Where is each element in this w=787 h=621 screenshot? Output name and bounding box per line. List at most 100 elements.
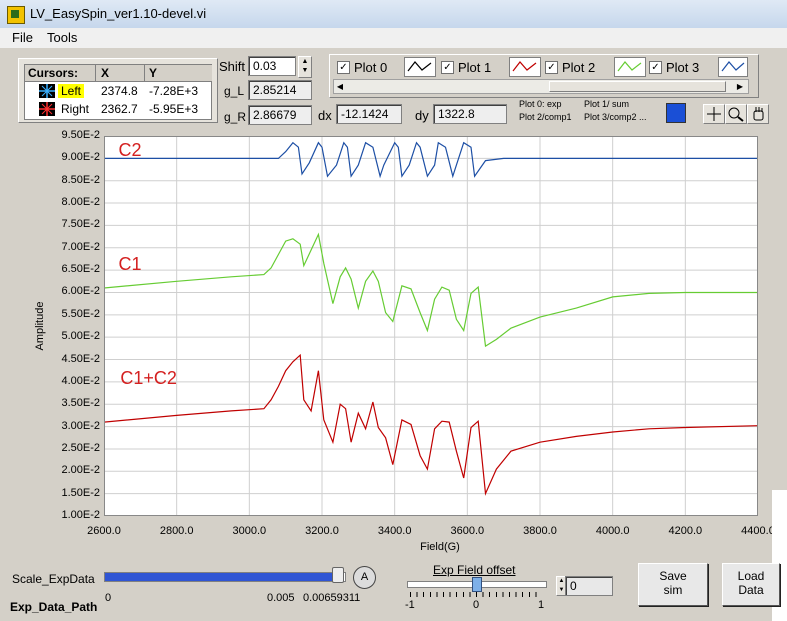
plot0-swatch[interactable]	[404, 57, 436, 77]
y-axis-title: Amplitude	[34, 301, 46, 351]
scale-min-label: 0	[105, 592, 112, 604]
y-tick-label: 7.00E-2	[61, 240, 100, 253]
note-plot2: Plot 2/comp1	[519, 112, 572, 122]
cursor-right-name[interactable]: Right	[61, 102, 89, 116]
plot2-swatch[interactable]	[614, 57, 646, 77]
scale-max-label: 0.00659311	[303, 592, 361, 604]
y-tick-label: 6.50E-2	[61, 263, 100, 276]
note-plot0: Plot 0: exp	[519, 99, 562, 109]
shift-input[interactable]: 0.03	[248, 56, 296, 76]
scroll-left-icon[interactable]: ◀	[334, 80, 346, 93]
chart-annotation: C1	[119, 254, 142, 274]
load-data-button[interactable]: Load Data	[722, 563, 780, 606]
dy-label: dy	[415, 108, 429, 123]
plot1-label: Plot 1	[458, 60, 492, 75]
offset-ticks	[410, 592, 542, 597]
menu-tools[interactable]: Tools	[47, 30, 77, 45]
cursors-header: Cursors:	[28, 66, 79, 80]
plot2-label: Plot 2	[562, 60, 596, 75]
cursor-tool-icon[interactable]	[703, 104, 725, 124]
x-tick-label: 3800.0	[523, 525, 557, 537]
y-tick-label: 2.50E-2	[61, 441, 100, 454]
menu-bar: File Tools	[0, 28, 787, 48]
zoom-icon[interactable]	[725, 104, 747, 124]
gr-label: g_R	[224, 110, 247, 124]
chart-svg: C2 C1 C1+C2	[103, 135, 759, 517]
plot3-label: Plot 3	[666, 60, 700, 75]
cursor-table: Cursors: X Y Left 2374.8 -7.28E+3 Right …	[24, 64, 212, 120]
series-line-1	[103, 232, 758, 348]
x-tick-label: 4000.0	[595, 525, 630, 537]
gr-value: 2.86679	[248, 105, 312, 125]
chart-annotation: C2	[119, 140, 142, 160]
plot1-checkbox[interactable]: ✓	[441, 61, 454, 74]
increment-arrow-icon[interactable]: ▲	[299, 57, 311, 66]
crosshair-cursor-icon	[39, 102, 55, 116]
labview-app-icon	[7, 6, 25, 24]
shift-stepper[interactable]: ▲ ▼	[298, 56, 312, 78]
scale-mid-label: 0.005	[267, 592, 295, 604]
cursor-col-y: Y	[149, 66, 158, 80]
x-axis-title: Field(G)	[420, 541, 460, 553]
x-tick-label: 4200.0	[668, 525, 703, 537]
scroll-right-icon[interactable]: ▶	[734, 80, 746, 93]
y-tick-label: 9.50E-2	[61, 129, 100, 141]
x-tick-label: 2600.0	[87, 525, 121, 537]
cursor-col-x: X	[101, 66, 110, 80]
scale-slider-fill	[105, 573, 338, 581]
save-sim-line1: Save	[659, 569, 687, 583]
save-sim-line2: sim	[663, 583, 683, 597]
plot-border	[104, 136, 758, 516]
gl-value: 2.85214	[248, 80, 312, 100]
y-tick-label: 8.00E-2	[61, 196, 100, 209]
plot1-swatch[interactable]	[509, 57, 541, 77]
y-tick-label: 4.00E-2	[61, 374, 100, 387]
plot0-label: Plot 0	[354, 60, 388, 75]
y-tick-label: 1.00E-2	[61, 509, 100, 521]
plot3-checkbox[interactable]: ✓	[649, 61, 662, 74]
menu-file[interactable]: File	[12, 30, 33, 45]
y-tick-label: 5.00E-2	[61, 330, 100, 343]
cursor-left-name[interactable]: Left	[58, 84, 85, 98]
y-tick-label: 3.50E-2	[61, 397, 100, 410]
y-axis-title-wrap: Amplitude	[30, 290, 50, 370]
y-tick-label: 6.00E-2	[61, 285, 100, 298]
y-tick-label: 2.00E-2	[61, 464, 100, 477]
x-tick-label: 2800.0	[159, 525, 194, 537]
load-data-line2: Data	[738, 583, 764, 597]
x-tick-label: 3600.0	[450, 525, 485, 537]
offset-value[interactable]: 0	[565, 576, 613, 596]
note-plot3: Plot 3/comp2 ...	[584, 112, 647, 122]
cursor-right-y: -5.95E+3	[149, 102, 199, 116]
decrement-arrow-icon[interactable]: ▼	[299, 66, 311, 75]
scale-expdata-slider[interactable]	[104, 572, 346, 582]
gl-label: g_L	[224, 84, 245, 98]
save-sim-button[interactable]: Save sim	[638, 563, 708, 606]
note-plot1: Plot 1/ sum	[584, 99, 630, 109]
y-tick-label: 7.50E-2	[61, 218, 100, 231]
plot2-checkbox[interactable]: ✓	[545, 61, 558, 74]
offset-slider-thumb[interactable]	[472, 577, 482, 592]
scale-slider-thumb[interactable]	[331, 567, 344, 583]
exp-field-offset-label: Exp Field offset	[433, 563, 516, 577]
series-line-2	[103, 353, 759, 496]
scale-expdata-label: Scale_ExpData	[12, 572, 95, 586]
plot3-swatch[interactable]	[718, 57, 748, 77]
chart-annotation: C1+C2	[120, 368, 177, 388]
legend-scroll-thumb[interactable]	[549, 81, 726, 92]
plot0-checkbox[interactable]: ✓	[337, 61, 350, 74]
y-tick-label: 3.00E-2	[61, 419, 100, 432]
dx-value: -12.1424	[336, 104, 402, 124]
pan-hand-icon[interactable]	[747, 104, 769, 124]
legend-scrollbar[interactable]: ◀ ▶	[333, 79, 749, 94]
spectrum-graph[interactable]: C2 C1 C1+C2	[103, 135, 759, 517]
color-box[interactable]	[666, 103, 686, 123]
x-tick-label: 3200.0	[305, 525, 339, 537]
dy-value: 1322.8	[433, 104, 507, 124]
offset-min-label: -1	[405, 599, 415, 611]
autoscale-a-button[interactable]: A	[353, 566, 376, 589]
cursor-left-x: 2374.8	[101, 84, 138, 98]
x-tick-label: 3400.0	[377, 525, 412, 537]
cursor-left-y: -7.28E+3	[149, 84, 199, 98]
y-tick-label: 5.50E-2	[61, 307, 100, 320]
